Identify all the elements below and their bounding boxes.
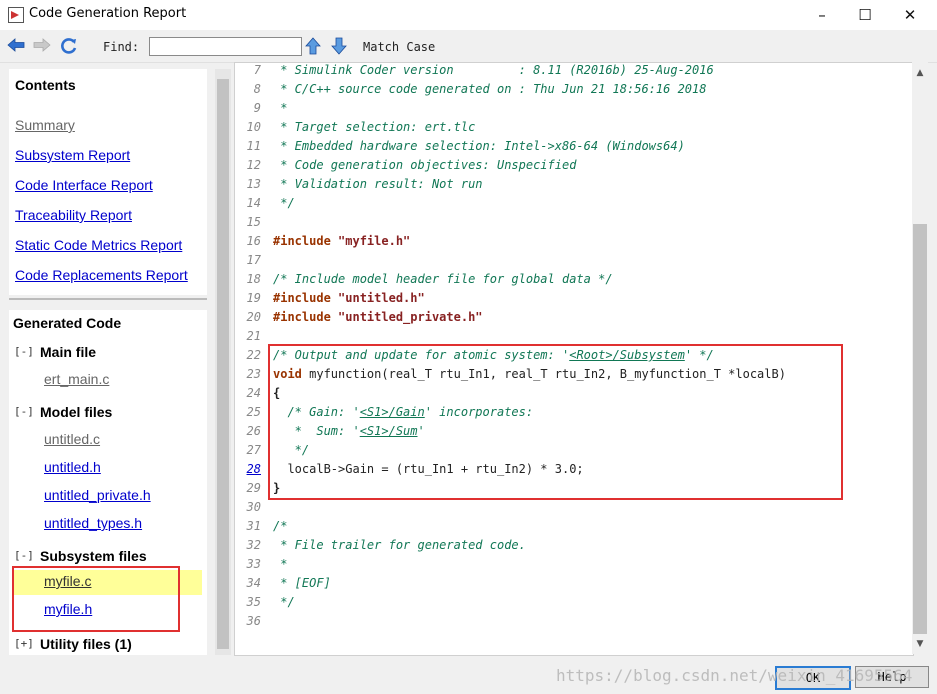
utility-files-heading: Utility files (1) xyxy=(40,636,132,652)
file-link-untitled-h[interactable]: untitled.h xyxy=(44,459,101,475)
code-line: 12 * Code generation objectives: Unspeci… xyxy=(246,158,577,172)
file-link-untitled-c[interactable]: untitled.c xyxy=(44,431,100,447)
code-line: 19 #include "untitled.h" xyxy=(246,291,425,305)
title-bar: Code Generation Report – ☐ ✕ xyxy=(0,0,937,30)
code-line: 20 #include "untitled_private.h" xyxy=(246,310,483,324)
code-line: 14 */ xyxy=(246,196,295,210)
report-app-icon xyxy=(8,7,24,23)
annotation-box-function-code xyxy=(268,344,843,500)
left-scroll-thumb[interactable] xyxy=(217,79,229,649)
code-scroll-thumb[interactable] xyxy=(913,224,927,634)
main-file-toggle[interactable]: [-] xyxy=(14,345,34,358)
code-line: 7 * Simulink Coder version : 8.11 (R2016… xyxy=(253,63,714,77)
static-code-metrics-report-link[interactable]: Static Code Metrics Report xyxy=(15,237,182,253)
code-line: 15 xyxy=(246,215,261,229)
code-line: 33 * xyxy=(246,557,288,571)
model-files-heading: Model files xyxy=(40,404,113,420)
window-title: Code Generation Report xyxy=(29,6,187,21)
subsystem-files-heading: Subsystem files xyxy=(40,548,147,564)
code-line: 32 * File trailer for generated code. xyxy=(246,538,526,552)
code-line: 36 xyxy=(246,614,261,628)
left-pane-scrollbar[interactable] xyxy=(215,69,231,655)
file-link-untitled-private-h[interactable]: untitled_private.h xyxy=(44,487,151,503)
code-line: 21 xyxy=(246,329,261,343)
code-line: 13 * Validation result: Not run xyxy=(246,177,483,191)
main-file-heading: Main file xyxy=(40,344,97,360)
contents-heading: Contents xyxy=(15,77,76,93)
find-label: Find: xyxy=(103,40,140,54)
code-interface-report-link[interactable]: Code Interface Report xyxy=(15,177,153,193)
code-line: 18/* Include model header file for globa… xyxy=(246,272,613,286)
watermark-text: https://blog.csdn.net/weixin_41695564 xyxy=(556,666,913,685)
find-next-arrow-icon[interactable] xyxy=(329,37,349,55)
code-line: 34 * [EOF] xyxy=(246,576,331,590)
code-line: 35 */ xyxy=(246,595,295,609)
subsystem-files-toggle[interactable]: [-] xyxy=(14,549,34,562)
scroll-up-arrow-icon[interactable]: ▲ xyxy=(912,65,928,81)
subsystem-report-link[interactable]: Subsystem Report xyxy=(15,147,130,163)
code-line: 17 xyxy=(246,253,261,267)
find-previous-arrow-icon[interactable] xyxy=(303,37,323,55)
back-arrow-icon[interactable] xyxy=(6,37,26,55)
code-line: 16 #include "myfile.h" xyxy=(246,234,411,248)
close-button[interactable]: ✕ xyxy=(887,0,933,30)
code-scrollbar[interactable]: ▲ ▼ xyxy=(912,62,928,654)
summary-link[interactable]: Summary xyxy=(15,117,75,133)
file-link-ert-main-c[interactable]: ert_main.c xyxy=(44,371,109,387)
scroll-down-arrow-icon[interactable]: ▼ xyxy=(912,636,928,652)
code-replacements-report-link[interactable]: Code Replacements Report xyxy=(15,267,188,283)
code-line: 30 xyxy=(246,500,261,514)
forward-arrow-icon[interactable] xyxy=(32,37,52,55)
traceability-report-link[interactable]: Traceability Report xyxy=(15,207,132,223)
code-line: 31/* xyxy=(246,519,288,533)
code-line: 10 * Target selection: ert.tlc xyxy=(246,120,476,134)
generated-code-heading: Generated Code xyxy=(13,315,122,331)
maximize-button[interactable]: ☐ xyxy=(842,0,888,30)
file-link-untitled-types-h[interactable]: untitled_types.h xyxy=(44,515,142,531)
toolbar: Find: Match Case xyxy=(0,31,937,63)
line-number-link-28[interactable]: 28 xyxy=(235,460,261,479)
find-input[interactable] xyxy=(149,37,302,56)
code-line: 11 * Embedded hardware selection: Intel-… xyxy=(246,139,685,153)
code-line: 8 * C/C++ source code generated on : Thu… xyxy=(253,82,707,96)
utility-files-toggle[interactable]: [+] xyxy=(14,637,34,650)
model-files-toggle[interactable]: [-] xyxy=(14,405,34,418)
annotation-box-subsystem-files xyxy=(12,566,180,632)
match-case-option[interactable]: Match Case xyxy=(363,40,435,54)
pane-divider xyxy=(9,298,207,300)
contents-panel: Contents Summary Subsystem Report Code I… xyxy=(9,69,207,295)
code-line: 9 * xyxy=(253,101,288,115)
minimize-button[interactable]: – xyxy=(799,0,845,30)
refresh-icon[interactable] xyxy=(59,37,79,55)
